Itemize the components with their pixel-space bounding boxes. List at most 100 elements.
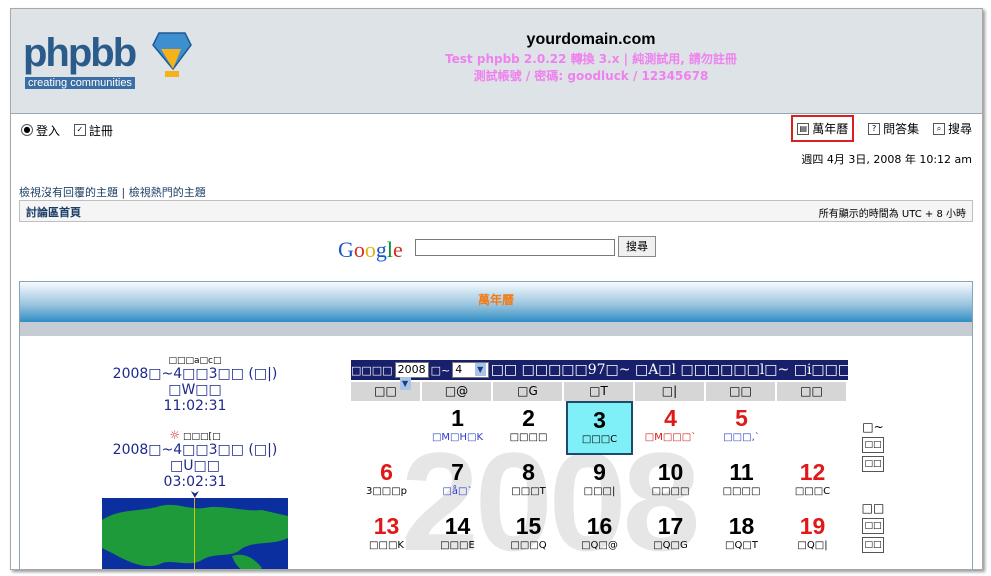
year-value: 2008 <box>397 363 426 376</box>
current-date: 週四 4月 3日, 2008 年 10:12 am <box>801 153 972 166</box>
day-number: 7 <box>451 459 464 485</box>
day-number: 12 <box>799 459 826 485</box>
day-lunar: □□□T <box>511 486 546 497</box>
calendar-day[interactable]: 11 □□□□ <box>706 455 777 509</box>
login-label: 登入 <box>36 123 61 138</box>
link-separator: | <box>118 186 129 199</box>
day-number: 9 <box>593 459 606 485</box>
browser-page: phpbb creating communities yourdomain.co… <box>10 8 983 570</box>
day-number: 17 <box>657 513 684 539</box>
weekday-header: □□ □@ □G □T □| □□ □□ <box>351 382 848 401</box>
logo-subtitle: creating communities <box>25 77 135 89</box>
logo-text: phpbb <box>23 31 137 75</box>
phpbb-logo[interactable]: phpbb creating communities <box>23 25 193 95</box>
calendar-icon: ▤ <box>797 122 810 135</box>
calendar-day[interactable]: 15 □□□Q <box>493 509 564 563</box>
day-number: 13 <box>373 513 400 539</box>
register-link[interactable]: ✓ 註冊 <box>73 122 113 139</box>
calendar-day-empty <box>351 401 422 455</box>
weekday-fri: □□ <box>706 382 775 401</box>
day-lunar: □M□□□` <box>644 432 697 443</box>
day-number: 16 <box>586 513 613 539</box>
weekday-mon: □@ <box>422 382 491 401</box>
weekday-tue: □G <box>493 382 562 401</box>
calendar-day[interactable]: 10 □□□□ <box>635 455 706 509</box>
day-lunar: □□□□ <box>651 486 690 497</box>
faq-link[interactable]: ? 問答集 <box>868 120 919 137</box>
google-search-button[interactable]: 搜尋 <box>618 236 656 257</box>
calendar: □□□□ 2008▼ □~ 4 ▼ □□ □□□□□97□~ □A□l □□□□… <box>351 360 855 569</box>
login-link[interactable]: ● 登入 <box>21 122 60 139</box>
unanswered-topics-link[interactable]: 檢視沒有回覆的主題 <box>19 186 118 199</box>
panel-title: 萬年曆 <box>20 282 972 322</box>
day-lunar: □å□` <box>442 486 473 497</box>
day-number: 2 <box>522 405 535 431</box>
calendar-day[interactable]: 2 □□□□ <box>493 401 564 455</box>
day-lunar: □□□E <box>440 540 475 551</box>
world-clock-time: 03:02:31 <box>163 474 227 490</box>
side-controls-1: □~ □□ □□ <box>855 420 891 475</box>
calendar-day[interactable]: 13 □□□K <box>351 509 422 563</box>
calendar-link[interactable]: ▤ 萬年曆 <box>791 115 855 142</box>
day-lunar: □□□K <box>369 540 404 551</box>
day-number: 1 <box>451 405 464 431</box>
calendar-prefix: □□□□ <box>351 363 393 377</box>
world-clock-label: □□□[□ <box>183 432 221 442</box>
day-number: 5 <box>735 405 748 431</box>
calendar-day[interactable]: 8 □□□T <box>493 455 564 509</box>
day-number: 11 <box>729 459 754 485</box>
day-number: 19 <box>799 513 826 539</box>
site-description-line-2: 測試帳號 / 密碼: goodluck / 12345678 <box>473 69 709 83</box>
calendar-suffix: □□ □□□□□97□~ □A□l □□□□□□l□~ □i□□□j <box>490 362 856 378</box>
side-button[interactable]: □□ <box>862 537 884 553</box>
calendar-day[interactable]: 6 3□□□p <box>351 455 422 509</box>
side-button[interactable]: □□ <box>862 437 884 453</box>
day-lunar: □Q□@ <box>581 540 618 551</box>
site-description: Test phpbb 2.0.22 轉換 3.x | 純測試用, 請勿註冊 測試… <box>401 51 781 85</box>
calendar-week-3: 13 □□□K 14 □□□E 15 □□□Q 16 □Q□@ 17 □Q□G 18 □Q□… <box>351 509 848 563</box>
month-select[interactable]: 4 ▼ <box>452 362 489 378</box>
side-button[interactable]: □□ <box>862 518 884 534</box>
calendar-day[interactable]: 19 □Q□| <box>777 509 848 563</box>
calendar-day[interactable]: 14 □□□E <box>422 509 493 563</box>
site-description-line-1: Test phpbb 2.0.22 轉換 3.x | 純測試用, 請勿註冊 <box>445 52 737 66</box>
calendar-day[interactable]: 7 □å□` <box>422 455 493 509</box>
breadcrumb-bar: 討論區首頁 所有顯示的時間為 UTC + 8 小時 <box>19 200 973 222</box>
calendar-day[interactable]: 12 □□□C <box>777 455 848 509</box>
calendar-day[interactable]: 9 □□□| <box>564 455 635 509</box>
day-lunar: □□□Q <box>510 540 547 551</box>
weekday-sat: □□ <box>777 382 846 401</box>
world-map <box>102 498 288 569</box>
day-number: 4 <box>664 405 677 431</box>
calendar-day[interactable]: 1 □M□H□K <box>422 401 493 455</box>
forum-index-link[interactable]: 討論區首頁 <box>26 204 81 220</box>
search-label: 搜尋 <box>947 122 972 136</box>
day-number: 14 <box>444 513 471 539</box>
day-lunar: □Q□T <box>725 540 758 551</box>
day-lunar: □□□| <box>583 486 616 497</box>
side-button[interactable]: □□ <box>862 456 884 472</box>
calendar-mid: □~ <box>430 363 451 377</box>
day-lunar: □□□C <box>794 486 831 497</box>
calendar-day[interactable]: 5 □□□,` <box>706 401 777 455</box>
calendar-day[interactable]: 18 □Q□T <box>706 509 777 563</box>
calendar-day-today[interactable]: 3 □□□C <box>566 401 633 455</box>
year-select[interactable]: 2008▼ <box>394 362 429 390</box>
calendar-day[interactable]: 16 □Q□@ <box>564 509 635 563</box>
calendar-grid: 2008 1 □M□H□K 2 □□□□ 3 □□□C 4 □M□□□` 5 □□□,` … <box>351 401 848 569</box>
weekday-wed: □T <box>564 382 633 401</box>
active-topics-link[interactable]: 檢視熱門的主題 <box>129 186 206 199</box>
weekday-thu: □| <box>635 382 704 401</box>
day-number: 15 <box>515 513 542 539</box>
calendar-day[interactable]: 17 □Q□G <box>635 509 706 563</box>
register-label: 註冊 <box>88 123 113 138</box>
topic-links: 檢視沒有回覆的主題 | 檢視熱門的主題 <box>19 184 206 200</box>
site-header: phpbb creating communities yourdomain.co… <box>11 9 982 114</box>
calendar-week-1: 1 □M□H□K 2 □□□□ 3 □□□C 4 □M□□□` 5 □□□,` <box>351 401 848 455</box>
calendar-day[interactable]: 4 □M□□□` <box>635 401 706 455</box>
google-search-input[interactable] <box>415 239 615 256</box>
search-icon: ⌕ <box>932 122 945 135</box>
calendar-controls: □□□□ 2008▼ □~ 4 ▼ □□ □□□□□97□~ □A□l □□□□… <box>351 360 855 390</box>
search-link[interactable]: ⌕ 搜尋 <box>932 120 972 137</box>
chevron-down-icon: ▼ <box>474 363 486 376</box>
